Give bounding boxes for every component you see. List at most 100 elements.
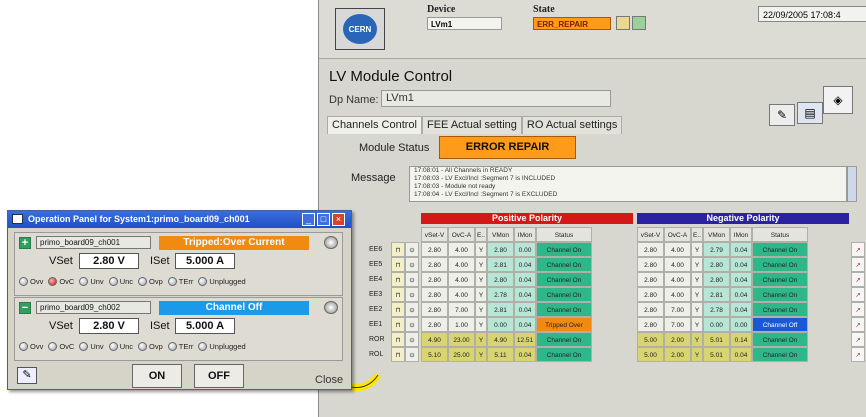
channel-status-cell: Channel On (536, 272, 592, 287)
lock-icon[interactable]: ⊓ (391, 242, 405, 257)
flag-ovp: Ovp (138, 276, 163, 286)
info-icon[interactable]: ⊙ (405, 347, 419, 362)
grid-cell: 1.00 (448, 317, 475, 332)
column-header: Status (536, 227, 592, 242)
flag-label: Unv (90, 341, 104, 351)
grid-cell: 4.00 (664, 272, 691, 287)
grid-cell: 2.80 (487, 272, 514, 287)
state-value: ERR_REPAIR (533, 17, 611, 30)
device-value: LVm1 (427, 17, 502, 30)
column-header: Status (752, 227, 808, 242)
trend-icon[interactable]: ↗ (851, 317, 865, 332)
lock-icon[interactable]: ⊓ (391, 347, 405, 362)
channel-status-cell: Channel On (752, 332, 808, 347)
iset-field[interactable]: 5.000 A (175, 253, 235, 269)
on-button[interactable]: ON (132, 364, 182, 388)
dp-name-field[interactable]: LVm1 (381, 90, 611, 107)
info-icon[interactable]: ⊙ (405, 242, 419, 257)
message-scrollbar[interactable] (847, 166, 857, 202)
trend-icon[interactable]: ↗ (851, 287, 865, 302)
close-button[interactable]: Close (315, 374, 343, 386)
flag-label: TErr (178, 276, 194, 286)
info-icon[interactable]: ⊙ (405, 287, 419, 302)
grid-cell: 4.00 (664, 287, 691, 302)
maximize-icon[interactable]: □ (317, 213, 330, 226)
iset-label: ISet (150, 320, 170, 332)
lock-icon[interactable]: ⊓ (391, 272, 405, 287)
lock-icon[interactable]: ⊓ (391, 332, 405, 347)
trend-icon[interactable]: ↗ (851, 302, 865, 317)
channel-state: Tripped:Over Current (159, 236, 309, 250)
row-label: EE1 (369, 321, 383, 328)
info-icon[interactable]: ⊙ (405, 272, 419, 287)
cern-logo-text: CERN (343, 14, 377, 44)
tab-channels-control[interactable]: Channels Control (327, 116, 422, 134)
iset-field[interactable]: 5.000 A (175, 318, 235, 334)
grid-cell: 4.00 (448, 257, 475, 272)
edit-icon[interactable]: ✎ (769, 104, 795, 126)
grid-cell: 2.80 (637, 257, 664, 272)
lock-icon[interactable]: ⊓ (391, 257, 405, 272)
vset-label: VSet (49, 255, 73, 267)
grid-cell: 4.00 (664, 257, 691, 272)
lock-icon[interactable]: ⊓ (391, 287, 405, 302)
flag-label: Unc (119, 341, 134, 351)
column-header: IMon (730, 227, 752, 242)
edit-icon[interactable]: ✎ (17, 367, 37, 384)
grid-cell: 5.10 (421, 347, 448, 362)
grid-cell: 4.00 (448, 242, 475, 257)
status-led-icon (167, 276, 177, 286)
vset-field[interactable]: 2.80 V (79, 253, 139, 269)
operation-panel: Operation Panel for System1:primo_board0… (7, 210, 352, 390)
flag-label: Unplugged (209, 341, 246, 351)
message-log[interactable]: 17:08:01 - All Channels in READY 17:08:0… (409, 166, 847, 202)
tab-fee-actual-setting[interactable]: FEE Actual setting (422, 116, 522, 134)
info-icon[interactable]: ⊙ (405, 332, 419, 347)
column-header: OvC-A (664, 227, 691, 242)
tab-bar: Channels Control FEE Actual setting RO A… (327, 116, 623, 134)
trend-icon[interactable]: ↗ (851, 257, 865, 272)
lock-icon[interactable]: ⊓ (391, 302, 405, 317)
vset-field[interactable]: 2.80 V (79, 318, 139, 334)
minimize-icon[interactable]: _ (302, 213, 315, 226)
grid-cell: Y (691, 332, 703, 347)
toggle-knob-icon[interactable] (324, 236, 338, 249)
trend-icon[interactable]: ↗ (851, 242, 865, 257)
panel-title: Operation Panel for System1:primo_board0… (8, 211, 351, 228)
flag-ovp: Ovp (138, 341, 163, 351)
message-line: 17:08:01 - All Channels in READY (414, 167, 513, 174)
info-icon[interactable]: ⊙ (405, 302, 419, 317)
printer-icon[interactable]: ▤ (797, 102, 823, 124)
grid-cell: 5.00 (637, 332, 664, 347)
close-icon[interactable]: × (332, 213, 345, 226)
grid-cell: 2.80 (703, 272, 730, 287)
info-icon[interactable]: ⊙ (405, 317, 419, 332)
navigator-icon[interactable]: ◈ (823, 86, 853, 114)
page-title: LV Module Control (329, 68, 453, 85)
grid-cell: Y (475, 272, 487, 287)
channel-status-cell: Channel On (536, 347, 592, 362)
off-button[interactable]: OFF (194, 364, 244, 388)
status-led-icon (138, 276, 148, 286)
toggle-knob-icon[interactable] (324, 301, 338, 314)
header-band: CERN Device LVm1 State ERR_REPAIR 22/09/… (319, 0, 866, 59)
message-line: 17:08:04 - LV Excl/Incl :Segment 7 is EX… (414, 191, 558, 198)
flag-unc: Unc (108, 341, 134, 351)
grid-cell: Y (691, 257, 703, 272)
grid-cell: 4.00 (448, 272, 475, 287)
warning-icon[interactable] (632, 16, 646, 30)
row-label: ROR (369, 336, 385, 343)
info-icon[interactable]: ⊙ (405, 257, 419, 272)
status-led-icon (167, 341, 177, 351)
state-label: State (533, 4, 555, 15)
flag-label: Unc (119, 276, 134, 286)
lock-icon[interactable] (616, 16, 630, 30)
tab-ro-actual-settings[interactable]: RO Actual settings (521, 116, 623, 134)
trend-icon[interactable]: ↗ (851, 272, 865, 287)
trend-icon[interactable]: ↗ (851, 347, 865, 362)
lv-module-window: CERN Device LVm1 State ERR_REPAIR 22/09/… (318, 0, 866, 417)
trend-icon[interactable]: ↗ (851, 332, 865, 347)
lock-icon[interactable]: ⊓ (391, 317, 405, 332)
row-label: EE6 (369, 246, 383, 253)
grid-cell: 0.04 (730, 302, 752, 317)
